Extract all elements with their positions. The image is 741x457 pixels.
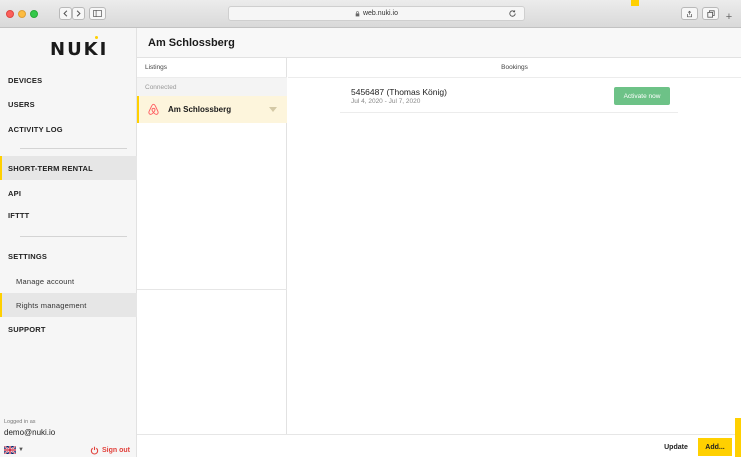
- sidebar-toggle-button[interactable]: [89, 7, 106, 20]
- share-button[interactable]: [681, 7, 698, 20]
- chevron-right-icon: [76, 10, 81, 17]
- sidebar-item-settings[interactable]: SETTINGS: [0, 244, 137, 268]
- sidebar-icon: [93, 10, 102, 17]
- footer-bar: Update Add...: [137, 434, 741, 457]
- forward-button[interactable]: [72, 7, 85, 20]
- listing-item[interactable]: Am Schlossberg: [137, 96, 287, 123]
- logo-dot: [95, 36, 98, 39]
- sidebar-item-users[interactable]: USERS: [0, 92, 137, 116]
- sidebar-item-ifttt[interactable]: IFTTT: [0, 203, 137, 227]
- listings-header: Listings: [137, 58, 287, 78]
- sidebar-divider: [20, 236, 127, 237]
- sidebar-item-activity-log[interactable]: ACTIVITY LOG: [0, 117, 137, 141]
- url-text: web.nuki.io: [362, 10, 399, 17]
- page-header: Am Schlossberg: [137, 28, 741, 58]
- address-bar[interactable]: web.nuki.io: [228, 6, 525, 21]
- booking-title: 5456487 (Thomas König): [351, 87, 447, 97]
- listings-divider: [137, 289, 287, 290]
- nuki-logo: NUKI: [50, 39, 109, 60]
- bookings-panel: Bookings 5456487 (Thomas König) Jul 4, 2…: [288, 58, 741, 434]
- language-selector[interactable]: ▼: [4, 445, 32, 455]
- chevron-left-icon: [63, 10, 68, 17]
- sidebar-divider: [20, 148, 127, 149]
- booking-row: 5456487 (Thomas König) Jul 4, 2020 - Jul…: [340, 82, 678, 113]
- sidebar-item-devices[interactable]: DEVICES: [0, 68, 137, 92]
- connected-section-label: Connected: [137, 78, 287, 96]
- user-email: demo@nuki.io: [4, 428, 56, 437]
- update-button[interactable]: Update: [656, 438, 696, 456]
- add-button[interactable]: Add...: [698, 438, 732, 456]
- zoom-window-button[interactable]: [30, 10, 38, 18]
- sidebar-item-support[interactable]: SUPPORT: [0, 317, 137, 341]
- bookings-header: Bookings: [288, 58, 741, 78]
- decorative-mark: [631, 0, 639, 6]
- uk-flag-icon: [4, 446, 16, 454]
- share-icon: [687, 10, 692, 17]
- new-tab-button[interactable]: +: [723, 10, 735, 24]
- airbnb-icon: [148, 103, 159, 115]
- browser-toolbar: web.nuki.io +: [0, 0, 741, 28]
- minimize-window-button[interactable]: [18, 10, 26, 18]
- reload-icon[interactable]: [508, 9, 517, 18]
- sidebar-item-short-term-rental[interactable]: SHORT-TERM RENTAL: [0, 156, 137, 180]
- lock-icon: [355, 10, 360, 16]
- sign-out-label: Sign out: [102, 446, 130, 454]
- tabs-icon: [706, 9, 715, 18]
- sign-out-button[interactable]: Sign out: [90, 445, 130, 455]
- sidebar-item-manage-account[interactable]: Manage account: [0, 269, 137, 293]
- activate-now-button[interactable]: Activate now: [614, 87, 670, 105]
- close-window-button[interactable]: [6, 10, 14, 18]
- decorative-mark: [735, 418, 741, 457]
- caret-down-icon: ▼: [18, 447, 24, 453]
- sidebar: NUKI DEVICES USERS ACTIVITY LOG SHORT-TE…: [0, 28, 137, 457]
- logged-in-label: Logged in as: [4, 419, 36, 425]
- listings-panel: Listings Connected Am Schlossberg: [137, 58, 287, 434]
- caret-down-icon[interactable]: [269, 107, 277, 112]
- sidebar-item-api[interactable]: API: [0, 181, 137, 205]
- back-button[interactable]: [59, 7, 72, 20]
- power-icon: [90, 446, 99, 454]
- listing-name: Am Schlossberg: [168, 105, 232, 114]
- show-tabs-button[interactable]: [702, 7, 719, 20]
- page-title: Am Schlossberg: [148, 37, 235, 49]
- sidebar-item-rights-management[interactable]: Rights management: [0, 293, 137, 317]
- booking-dates: Jul 4, 2020 - Jul 7, 2020: [351, 98, 421, 105]
